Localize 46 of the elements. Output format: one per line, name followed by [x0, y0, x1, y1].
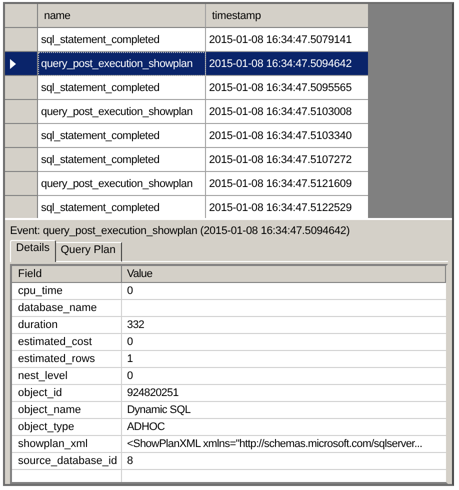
column-header[interactable]: timestamp [206, 4, 368, 28]
event-label: Event: query_post_execution_showplan (2015-01-08 16:34:47.5094642) [10, 224, 351, 239]
row-header[interactable] [5, 52, 38, 76]
table-cell: 2015-01-08 16:34:47.5122529 [206, 196, 368, 218]
table-cell: sql_statement_completed [38, 196, 206, 218]
table-cell: ADHOC [122, 419, 446, 436]
table-cell: estimated_cost [12, 334, 122, 351]
tab[interactable]: Details [10, 240, 56, 262]
table-cell: showplan_xml [12, 436, 122, 453]
table-cell: 2015-01-08 16:34:47.5094642 [206, 52, 368, 76]
tab[interactable]: Query Plan [54, 242, 122, 262]
table-cell: 0 [122, 334, 446, 351]
table-cell: source_database_id [12, 453, 122, 470]
table-cell: query_post_execution_showplan [38, 52, 206, 76]
current-row-icon [10, 58, 16, 68]
table-cell: 0 [122, 283, 446, 300]
table-cell: sql_statement_completed [38, 28, 206, 52]
column-header[interactable]: Field [12, 266, 122, 283]
table-cell: cpu_time [12, 283, 122, 300]
table-cell: query_post_execution_showplan [38, 100, 206, 124]
column-header[interactable]: Value [122, 266, 446, 283]
table-cell: 2015-01-08 16:34:47.5107272 [206, 148, 368, 172]
table-cell: <ShowPlanXML xmlns="http://schemas.microsoft.com/sqlserver... [122, 436, 446, 453]
table-cell: 2015-01-08 16:34:47.5079141 [206, 28, 368, 52]
table-cell: 2015-01-08 16:34:47.5103008 [206, 100, 368, 124]
table-cell: 924820251 [122, 385, 446, 402]
table-cell: sql_statement_completed [38, 148, 206, 172]
table-cell: query_post_execution_showplan [38, 172, 206, 196]
table-cell: object_name [12, 402, 122, 419]
table-cell: database_name [12, 300, 122, 317]
table-cell: estimated_rows [12, 351, 122, 368]
table-cell: sql_statement_completed [38, 76, 206, 100]
table-cell: sql_statement_completed [38, 124, 206, 148]
table-cell: object_type [12, 419, 122, 436]
table-cell: 2015-01-08 16:34:47.5121609 [206, 172, 368, 196]
table-cell: 1 [122, 351, 446, 368]
table-cell: duration [12, 317, 122, 334]
table-cell: nest_level [12, 368, 122, 385]
table-cell: Dynamic SQL [122, 402, 446, 419]
table-cell: 332 [122, 317, 446, 334]
table-cell: 0 [122, 368, 446, 385]
table-cell: 8 [122, 453, 446, 470]
table-cell: 2015-01-08 16:34:47.5095565 [206, 76, 368, 100]
column-header[interactable]: name [38, 4, 206, 28]
table-cell: object_id [12, 385, 122, 402]
table-cell: 2015-01-08 16:34:47.5103340 [206, 124, 368, 148]
